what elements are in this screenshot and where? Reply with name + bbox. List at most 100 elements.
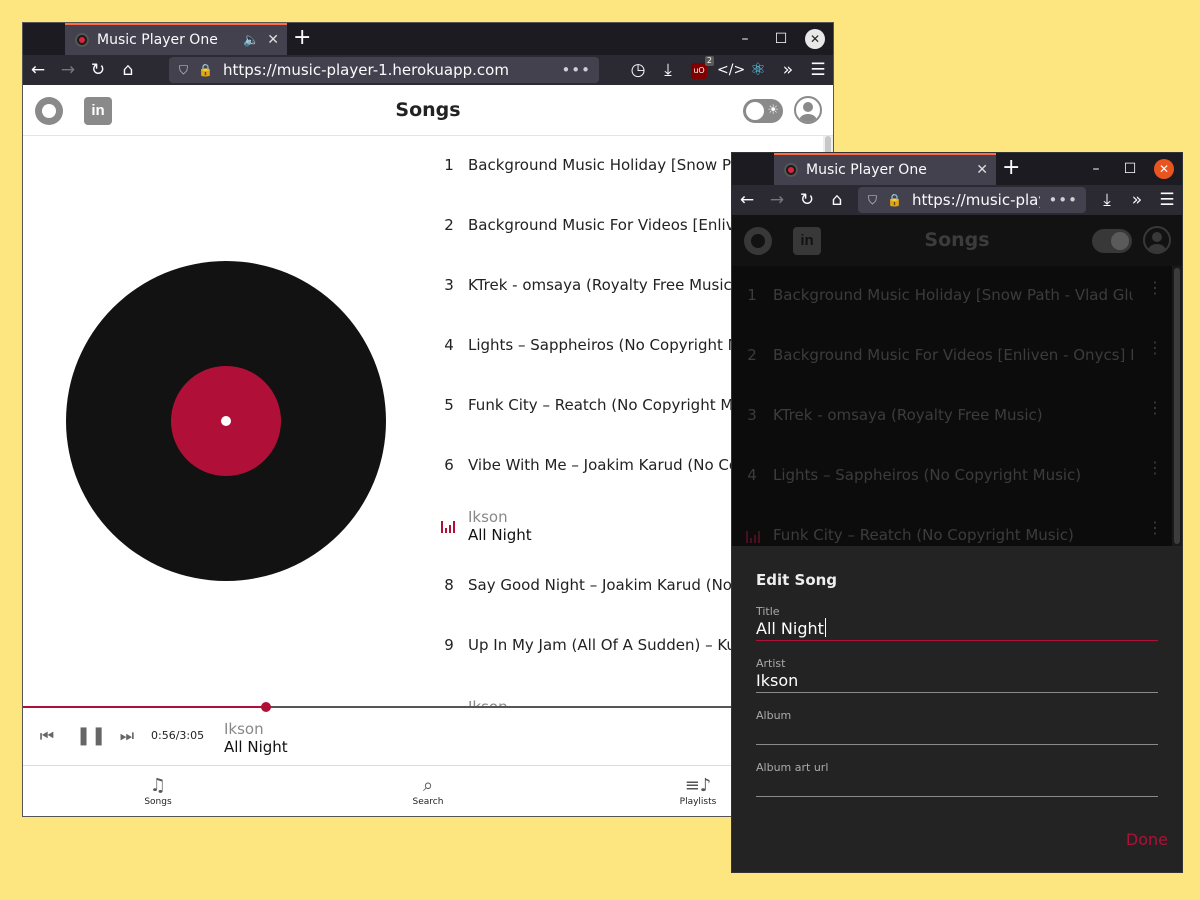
song-list-scrollbar[interactable] bbox=[1172, 266, 1182, 546]
devtools-icon[interactable]: </> bbox=[717, 59, 745, 81]
lock-icon[interactable]: 🔒 bbox=[198, 63, 213, 77]
browser-tab[interactable]: Music Player One 🔈 ✕ bbox=[65, 23, 287, 55]
app-header: in Songs ☀ bbox=[23, 86, 833, 136]
nav-toolbar: ← → ↻ ⌂ ⛉ 🔒 https://music-player-1.herok… bbox=[23, 55, 833, 85]
forward-icon[interactable]: → bbox=[766, 189, 788, 211]
app-header: in Songs bbox=[732, 216, 1182, 266]
nav-songs[interactable]: ♫ Songs bbox=[118, 775, 198, 807]
tab-bar: Music Player One ✕ + – ☐ ✕ bbox=[732, 153, 1182, 185]
more-options-icon[interactable]: ⋮ bbox=[1147, 460, 1163, 476]
new-tab-icon[interactable]: + bbox=[1002, 157, 1020, 179]
reload-icon[interactable]: ↻ bbox=[87, 59, 109, 81]
nav-search[interactable]: ⌕ Search bbox=[388, 775, 468, 807]
browser-window-dark[interactable]: Music Player One ✕ + – ☐ ✕ ← → ↻ ⌂ ⛉ 🔒 h… bbox=[731, 152, 1183, 873]
song-row[interactable]: 1 Background Music Holiday [Snow Path - … bbox=[732, 266, 1172, 326]
more-options-icon[interactable]: ⋮ bbox=[1147, 340, 1163, 356]
page-actions-icon[interactable]: ••• bbox=[561, 61, 591, 79]
overflow-icon[interactable]: » bbox=[1126, 189, 1148, 211]
tracking-shield-icon[interactable]: ⛉ bbox=[179, 63, 188, 78]
song-number: 1 bbox=[747, 286, 757, 304]
artist-field[interactable]: Artist bbox=[756, 657, 1158, 693]
vinyl-record bbox=[66, 261, 386, 581]
now-playing-equalizer-icon bbox=[441, 519, 455, 533]
url-text[interactable]: https://music-player-1.herokuapp.com bbox=[223, 61, 553, 79]
scrollbar-thumb[interactable] bbox=[1174, 268, 1180, 544]
browser-tab[interactable]: Music Player One ✕ bbox=[774, 153, 996, 185]
tab-bar: Music Player One 🔈 ✕ + – ☐ ✕ bbox=[23, 23, 833, 55]
lock-icon[interactable]: 🔒 bbox=[887, 193, 902, 207]
sun-icon: ☀ bbox=[767, 103, 779, 118]
song-row[interactable]: 2 Background Music For Videos [Enliven -… bbox=[732, 326, 1172, 386]
overflow-icon[interactable]: » bbox=[777, 59, 799, 81]
song-artist: Ikson bbox=[468, 698, 508, 706]
edit-song-heading: Edit Song bbox=[756, 571, 838, 589]
song-row-playing[interactable]: Funk City – Reatch (No Copyright Music) … bbox=[732, 506, 1172, 546]
home-icon[interactable]: ⌂ bbox=[117, 59, 139, 81]
song-number: 2 bbox=[444, 216, 454, 234]
theme-toggle[interactable] bbox=[1092, 229, 1132, 253]
download-icon[interactable]: ⤓ bbox=[1096, 189, 1118, 211]
close-tab-icon[interactable]: ✕ bbox=[976, 162, 988, 178]
menu-icon[interactable]: ☰ bbox=[807, 59, 829, 81]
song-row[interactable]: 4 Lights – Sappheiros (No Copyright Musi… bbox=[732, 446, 1172, 506]
forward-icon[interactable]: → bbox=[57, 59, 79, 81]
nav-label: Songs bbox=[144, 797, 172, 807]
title-field[interactable]: Title bbox=[756, 605, 1158, 641]
close-window-icon[interactable]: ✕ bbox=[805, 29, 825, 49]
download-icon[interactable]: ⤓ bbox=[657, 59, 679, 81]
song-title: Background Music For Videos [Enliven - O… bbox=[773, 346, 1133, 364]
ublock-icon[interactable]: uO 2 bbox=[691, 56, 714, 79]
album-field[interactable]: Album bbox=[756, 709, 1158, 745]
song-number: 5 bbox=[444, 396, 454, 414]
minimize-icon[interactable]: – bbox=[735, 29, 755, 49]
minimize-icon[interactable]: – bbox=[1086, 159, 1106, 179]
reload-icon[interactable]: ↻ bbox=[796, 189, 818, 211]
nav-playlists[interactable]: ≡♪ Playlists bbox=[658, 775, 738, 807]
browser-window-light[interactable]: Music Player One 🔈 ✕ + – ☐ ✕ ← → ↻ ⌂ ⛉ 🔒… bbox=[22, 22, 834, 817]
song-title: KTrek - omsaya (Royalty Free Music) bbox=[773, 406, 1043, 424]
bottom-navigation: ♫ Songs ⌕ Search ≡♪ Playlists bbox=[23, 767, 833, 816]
song-row[interactable]: 3 KTrek - omsaya (Royalty Free Music) ⋮ bbox=[732, 386, 1172, 446]
new-tab-icon[interactable]: + bbox=[293, 27, 311, 49]
more-options-icon[interactable]: ⋮ bbox=[1147, 280, 1163, 296]
song-number: 4 bbox=[444, 336, 454, 354]
title-input[interactable] bbox=[756, 617, 1156, 639]
account-icon[interactable] bbox=[1143, 226, 1171, 254]
home-icon[interactable]: ⌂ bbox=[826, 189, 848, 211]
more-options-icon[interactable]: ⋮ bbox=[1147, 400, 1163, 416]
tracking-shield-icon[interactable]: ⛉ bbox=[868, 193, 877, 208]
album-art-url-input[interactable] bbox=[756, 773, 1156, 795]
song-number: 9 bbox=[444, 636, 454, 654]
previous-icon[interactable]: ⏮ bbox=[36, 726, 58, 746]
page-actions-icon[interactable]: ••• bbox=[1048, 191, 1078, 209]
close-window-icon[interactable]: ✕ bbox=[1154, 159, 1174, 179]
maximize-icon[interactable]: ☐ bbox=[771, 29, 791, 49]
nav-label: Search bbox=[412, 797, 444, 807]
maximize-icon[interactable]: ☐ bbox=[1120, 159, 1140, 179]
album-art-url-field[interactable]: Album art url bbox=[756, 761, 1158, 797]
close-tab-icon[interactable]: ✕ bbox=[267, 32, 279, 48]
account-icon[interactable] bbox=[794, 96, 822, 124]
more-options-icon[interactable]: ⋮ bbox=[1147, 520, 1163, 536]
history-icon[interactable]: ◷ bbox=[627, 59, 649, 81]
react-devtools-icon[interactable]: ⚛ bbox=[747, 59, 769, 81]
url-bar[interactable]: ⛉ 🔒 https://music-player-1.herokuapp.com… bbox=[858, 187, 1086, 213]
pause-icon[interactable]: ❚❚ bbox=[76, 726, 106, 746]
song-number: 6 bbox=[444, 456, 454, 474]
album-input[interactable] bbox=[756, 721, 1156, 743]
now-playing-artist: Ikson bbox=[224, 720, 264, 738]
song-number: 3 bbox=[444, 276, 454, 294]
speaker-icon[interactable]: 🔈 bbox=[243, 33, 259, 48]
song-number: 1 bbox=[444, 156, 454, 174]
theme-toggle[interactable]: ☀ bbox=[743, 99, 783, 123]
menu-icon[interactable]: ☰ bbox=[1156, 189, 1178, 211]
done-button[interactable]: Done bbox=[1126, 830, 1168, 849]
back-icon[interactable]: ← bbox=[736, 189, 758, 211]
artist-input[interactable] bbox=[756, 669, 1156, 691]
back-icon[interactable]: ← bbox=[27, 59, 49, 81]
url-text[interactable]: https://music-player-1.herokuapp.com bbox=[912, 191, 1040, 209]
vinyl-hole bbox=[221, 416, 231, 426]
url-bar[interactable]: ⛉ 🔒 https://music-player-1.herokuapp.com… bbox=[169, 57, 599, 83]
next-icon[interactable]: ⏭ bbox=[116, 726, 138, 746]
song-title: Lights – Sappheiros (No Copyright Music) bbox=[773, 466, 1082, 484]
